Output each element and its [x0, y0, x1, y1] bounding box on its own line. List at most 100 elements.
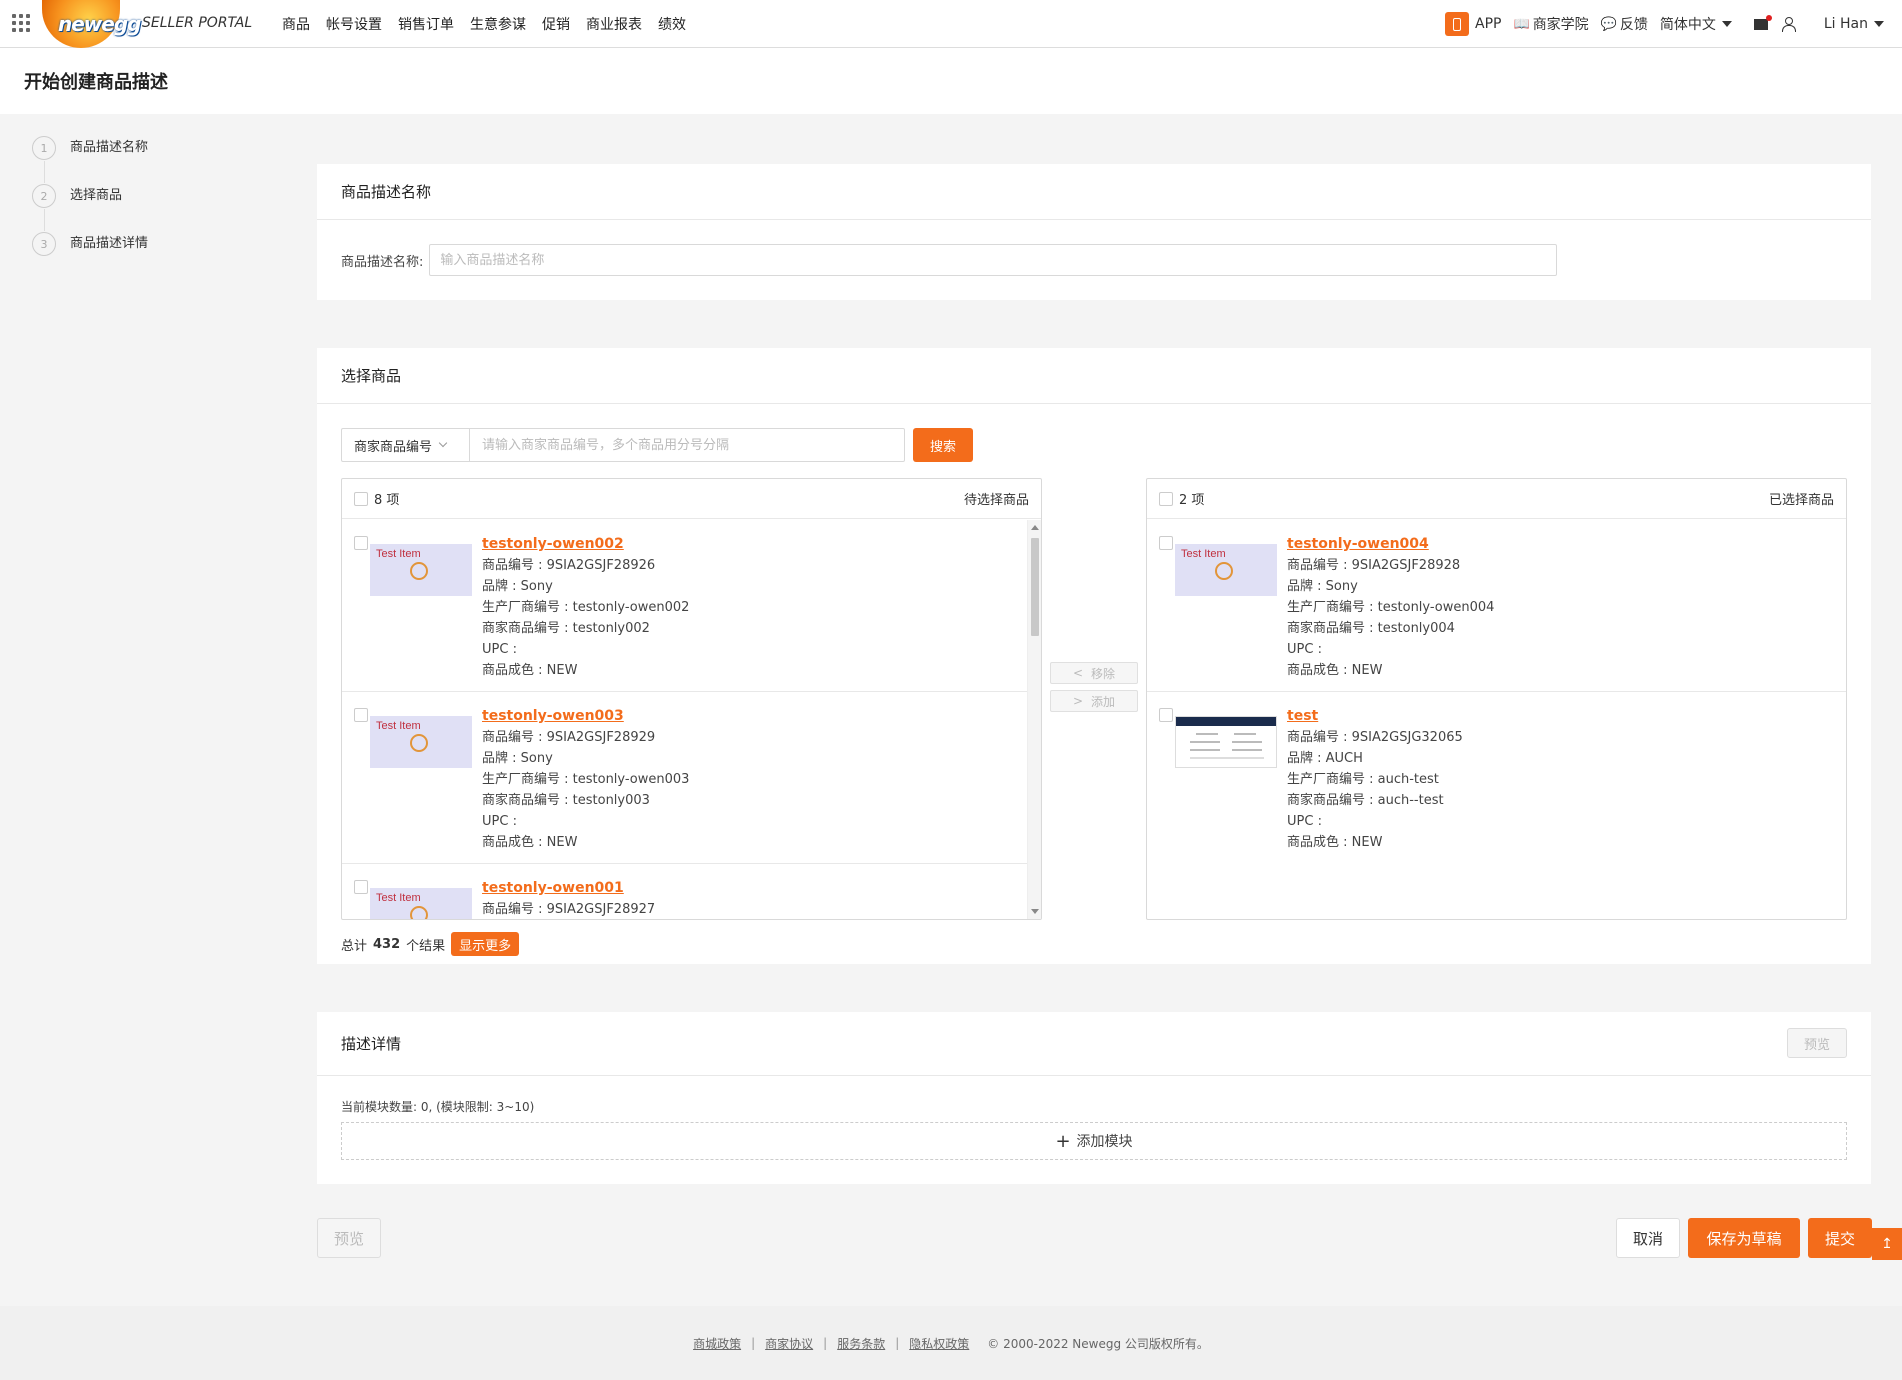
nav-item-products[interactable]: 商品 — [282, 14, 310, 34]
newegg-logo[interactable]: newegg SELLER PORTAL — [42, 0, 252, 48]
detail-card: 描述详情 预览 当前模块数量: 0, (模块限制: 3~10) + 添加模块 — [317, 1012, 1871, 1184]
apps-grid-icon[interactable] — [12, 14, 30, 32]
selected-products-panel: 2 项 已选择商品 Test Item testonly-owen004 商品编… — [1146, 478, 1847, 920]
step-connector — [44, 161, 45, 183]
step-label: 商品描述详情 — [70, 236, 149, 251]
preview-button[interactable]: 预览 — [317, 1218, 381, 1258]
caret-down-icon — [1721, 21, 1732, 27]
list-item: test 商品编号 : 9SIA2GSJG32065 品牌 : AUCH 生产厂… — [1147, 692, 1846, 864]
item-seller-no: 商家商品编号 : auch--test — [1287, 793, 1444, 808]
scroll-up-icon[interactable] — [1031, 525, 1039, 530]
list-item: Test Item testonly-owen001 商品编号 : 9SIA2G… — [342, 864, 1041, 919]
item-info: testonly-owen002 商品编号 : 9SIA2GSJF28926 品… — [482, 534, 689, 681]
footer-link-seller-agreement[interactable]: 商家协议 — [765, 1335, 813, 1352]
search-type-select[interactable]: 商家商品编号 — [341, 428, 469, 462]
item-condition: 商品成色 : NEW — [1287, 835, 1383, 850]
scroll-down-icon[interactable] — [1031, 909, 1039, 914]
item-info: testonly-owen003 商品编号 : 9SIA2GSJF28929 品… — [482, 706, 689, 853]
page-title-bar: 开始创建商品描述 — [0, 48, 1902, 114]
book-icon: 📖 — [1513, 16, 1530, 32]
step-2[interactable]: 2 选择商品 — [32, 184, 148, 232]
remove-button[interactable]: < 移除 — [1050, 662, 1138, 684]
nav-item-business[interactable]: 生意参谋 — [470, 14, 526, 34]
item-title-link[interactable]: testonly-owen004 — [1287, 534, 1494, 555]
step-3[interactable]: 3 商品描述详情 — [32, 232, 148, 280]
cancel-button[interactable]: 取消 — [1616, 1218, 1680, 1258]
item-condition: 商品成色 : NEW — [1287, 663, 1383, 678]
app-link[interactable]: APP — [1445, 12, 1502, 36]
totals-count: 432 — [373, 936, 401, 952]
item-upc: UPC : — [482, 814, 517, 829]
item-count: 8 项 — [374, 493, 400, 508]
item-title-link[interactable]: testonly-owen001 — [482, 878, 655, 899]
mobile-icon — [1445, 12, 1470, 36]
footer-link-terms[interactable]: 服务条款 — [837, 1335, 885, 1352]
scrollbar[interactable] — [1027, 520, 1041, 919]
item-checkbox[interactable] — [1159, 536, 1173, 550]
item-seller-no: 商家商品编号 : testonly003 — [482, 793, 650, 808]
select-all-checkbox[interactable] — [354, 491, 368, 506]
item-condition: 商品成色 : NEW — [482, 835, 578, 850]
search-input[interactable] — [469, 428, 905, 462]
portal-name: SELLER PORTAL — [142, 15, 253, 31]
item-title-link[interactable]: testonly-owen002 — [482, 534, 689, 555]
footer-link-privacy[interactable]: 隐私权政策 — [909, 1335, 969, 1352]
item-mfr: 生产厂商编号 : auch-test — [1287, 772, 1439, 787]
panel-title: 待选择商品 — [963, 493, 1029, 508]
item-checkbox[interactable] — [1159, 708, 1173, 722]
language-selector[interactable]: 简体中文 — [1660, 14, 1732, 34]
name-field-label: 商品描述名称: — [341, 254, 424, 270]
item-brand: 品牌 : Sony — [482, 751, 553, 766]
select-all-checkbox[interactable] — [1159, 491, 1173, 506]
mail-icon[interactable] — [1753, 14, 1772, 30]
footer-link-mall-policy[interactable]: 商城政策 — [693, 1335, 741, 1352]
user-menu[interactable]: Li Han — [1824, 16, 1884, 32]
back-to-top-icon[interactable]: ↥ — [1872, 1228, 1902, 1260]
page-title: 开始创建商品描述 — [24, 72, 168, 93]
step-connector — [44, 209, 45, 231]
user-icon[interactable] — [1781, 17, 1796, 32]
item-checkbox[interactable] — [354, 536, 368, 550]
submit-button[interactable]: 提交 — [1808, 1218, 1872, 1258]
step-label: 选择商品 — [70, 188, 123, 203]
footer: 商城政策 | 商家协议 | 服务条款 | 隐私权政策 © 2000-2022 N… — [0, 1306, 1902, 1380]
scroll-thumb[interactable] — [1031, 538, 1039, 636]
step-1[interactable]: 1 商品描述名称 — [32, 136, 148, 184]
select-card-title: 选择商品 — [317, 348, 1871, 404]
name-card-title: 商品描述名称 — [317, 164, 1871, 220]
description-name-input[interactable] — [429, 244, 1558, 276]
save-draft-button[interactable]: 保存为草稿 — [1688, 1218, 1800, 1258]
item-title-link[interactable]: test — [1287, 706, 1463, 727]
item-checkbox[interactable] — [354, 880, 368, 894]
step-nav: 1 商品描述名称 2 选择商品 3 商品描述详情 — [32, 136, 148, 280]
product-thumbnail — [1175, 716, 1277, 768]
show-more-button[interactable]: 显示更多 — [451, 932, 520, 956]
nav-item-performance[interactable]: 绩效 — [658, 14, 686, 34]
module-count-hint: 当前模块数量: 0, (模块限制: 3~10) — [341, 1100, 535, 1114]
academy-link[interactable]: 📖 商家学院 — [1514, 14, 1589, 34]
footer-separator: | — [895, 1336, 900, 1350]
sun-icon — [410, 562, 428, 580]
item-mfr: 生产厂商编号 : testonly-owen002 — [482, 600, 690, 615]
notification-dot — [1765, 14, 1772, 21]
nav-item-orders[interactable]: 销售订单 — [398, 14, 454, 34]
add-module-button[interactable]: + 添加模块 — [341, 1122, 1847, 1160]
item-count: 2 项 — [1179, 493, 1205, 508]
add-button[interactable]: > 添加 — [1050, 690, 1138, 712]
item-checkbox[interactable] — [354, 708, 368, 722]
preview-button-top[interactable]: 预览 — [1787, 1028, 1847, 1058]
totals-prefix: 总计 — [341, 938, 368, 954]
sun-icon — [1215, 562, 1233, 580]
product-thumbnail: Test Item — [1175, 544, 1277, 596]
feedback-link[interactable]: 💬 反馈 — [1601, 14, 1648, 34]
nav-item-account[interactable]: 帐号设置 — [326, 14, 382, 34]
item-seller-no: 商家商品编号 : testonly004 — [1287, 621, 1455, 636]
item-number: 商品编号 : 9SIA2GSJF28927 — [482, 902, 656, 917]
app-label: APP — [1475, 16, 1502, 32]
feedback-label: 反馈 — [1619, 17, 1648, 33]
item-title-link[interactable]: testonly-owen003 — [482, 706, 689, 727]
search-type-value: 商家商品编号 — [354, 439, 433, 455]
nav-item-promotion[interactable]: 促销 — [542, 14, 570, 34]
search-button[interactable]: 搜索 — [913, 428, 973, 462]
nav-item-reports[interactable]: 商业报表 — [586, 14, 642, 34]
